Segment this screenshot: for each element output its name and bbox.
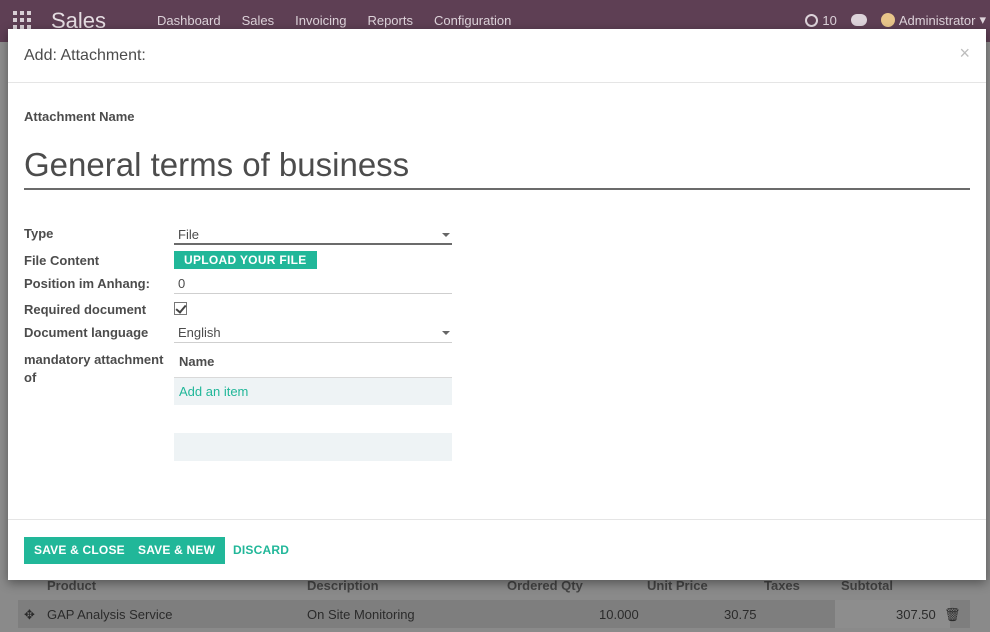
row-unit-price: 30.75 <box>724 607 757 622</box>
caret-down-icon: ▾ <box>979 12 986 27</box>
position-value: 0 <box>178 276 186 291</box>
menu-configuration[interactable]: Configuration <box>434 13 511 28</box>
type-label: Type <box>24 226 54 241</box>
menu-dashboard[interactable]: Dashboard <box>157 13 221 28</box>
at-sign-icon <box>805 13 819 27</box>
dialog-header: Add: Attachment: × <box>8 29 986 83</box>
upload-file-button[interactable]: UPLOAD YOUR FILE <box>174 251 317 269</box>
table-row: ✥ GAP Analysis Service On Site Monitorin… <box>18 600 970 628</box>
apps-menu-icon[interactable] <box>13 11 31 29</box>
type-select[interactable]: File <box>174 225 452 245</box>
menu-reports[interactable]: Reports <box>367 13 413 28</box>
mandatory-attachment-list: Name Add an item <box>174 347 452 405</box>
add-item-link[interactable]: Add an item <box>174 378 452 405</box>
avatar <box>880 13 895 27</box>
top-menu: Dashboard Sales Invoicing Reports Config… <box>157 13 511 28</box>
attachment-name-input[interactable]: General terms of business <box>24 142 970 190</box>
add-attachment-dialog: Add: Attachment: × Attachment Name Gener… <box>8 29 986 580</box>
menu-sales[interactable]: Sales <box>242 13 275 28</box>
required-document-checkbox[interactable] <box>174 302 187 315</box>
chat-bubble-icon[interactable] <box>850 14 867 26</box>
save-new-button[interactable]: SAVE & NEW <box>128 537 226 564</box>
systray: 10 Administrator ▾ <box>805 12 986 28</box>
col-subtotal: Subtotal <box>841 578 893 593</box>
col-ordered-qty: Ordered Qty <box>507 578 583 593</box>
notification-count: 10 <box>822 12 837 28</box>
mandatory-attachment-label: mandatory attachment of <box>24 352 164 385</box>
dialog-title: Add: Attachment: <box>24 47 146 64</box>
document-language-select[interactable]: English <box>174 323 452 343</box>
list-empty-row <box>174 433 452 461</box>
type-value: File <box>178 227 199 242</box>
position-input[interactable]: 0 <box>174 274 452 294</box>
column-name[interactable]: Name <box>174 347 452 378</box>
col-product: Product <box>47 578 97 593</box>
user-name: Administrator <box>898 12 976 28</box>
discard-button[interactable]: DISCARD <box>223 537 299 564</box>
row-description: On Site Monitoring <box>307 607 415 622</box>
position-label: Position im Anhang: <box>24 276 150 291</box>
save-close-button[interactable]: SAVE & CLOSE <box>24 537 135 564</box>
close-icon[interactable]: × <box>959 43 970 64</box>
trash-icon: 🗑 <box>944 607 961 622</box>
language-value: English <box>178 325 221 340</box>
row-subtotal: 307.50 <box>896 607 936 622</box>
dialog-footer: SAVE & CLOSE SAVE & NEW DISCARD <box>8 519 986 580</box>
row-qty: 10.000 <box>599 607 639 622</box>
caret-down-icon <box>442 331 450 335</box>
drag-handle-icon: ✥ <box>24 607 35 622</box>
user-menu[interactable]: Administrator ▾ <box>880 12 986 28</box>
col-unit-price: Unit Price <box>647 578 708 593</box>
caret-down-icon <box>442 233 450 237</box>
row-product: GAP Analysis Service <box>47 607 173 622</box>
menu-invoicing[interactable]: Invoicing <box>295 13 346 28</box>
activity-notifications[interactable]: 10 <box>805 12 837 28</box>
col-taxes: Taxes <box>764 578 800 593</box>
attachment-name-label: Attachment Name <box>24 109 135 124</box>
file-content-label: File Content <box>24 253 100 268</box>
document-language-label: Document language <box>24 325 149 340</box>
col-description: Description <box>307 578 379 593</box>
required-document-label: Required document <box>24 302 147 317</box>
